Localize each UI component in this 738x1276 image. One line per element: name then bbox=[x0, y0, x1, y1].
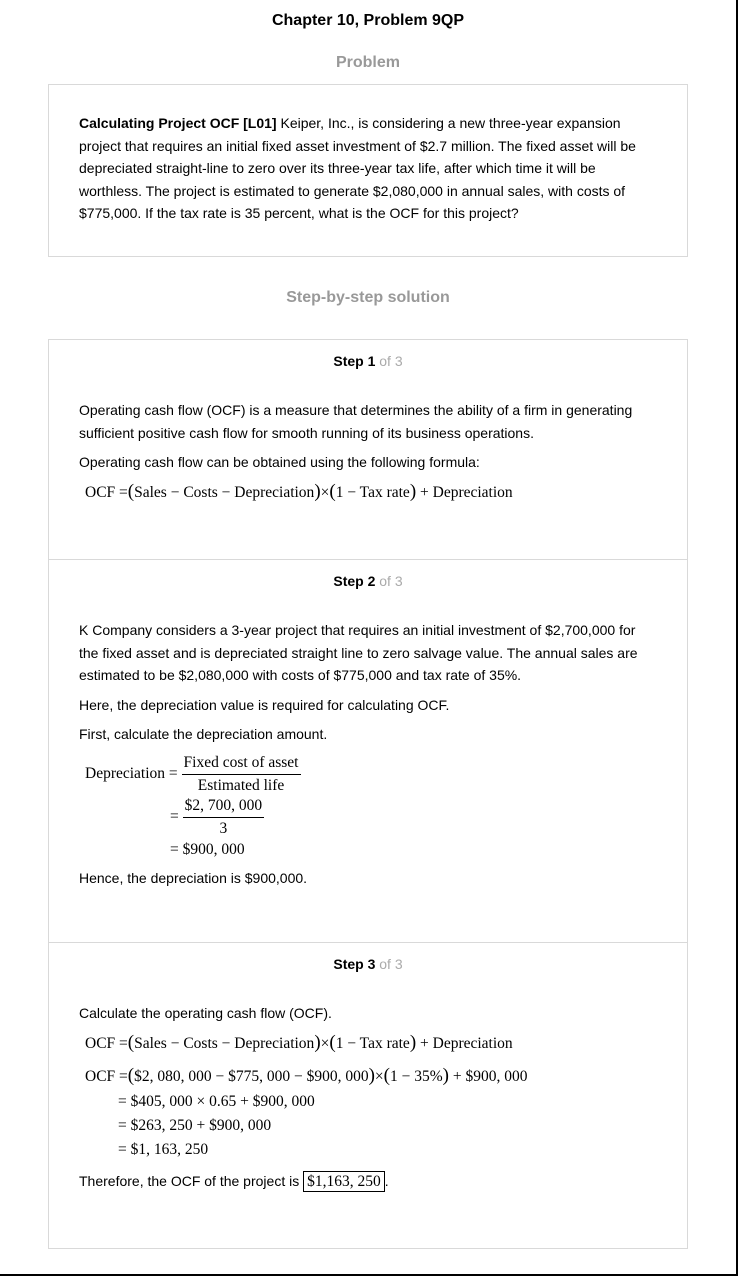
solution-heading: Step-by-step solution bbox=[286, 289, 450, 306]
step-3-formula: OCF =(Sales − Costs − Depreciation)×(1 −… bbox=[85, 1032, 513, 1053]
step-3-text: Calculate the operating cash flow (OCF). bbox=[79, 1005, 332, 1021]
step-2-text2: Here, the depreciation value is required… bbox=[79, 697, 450, 713]
ocf-calc-line-3: = $263, 250 + $900, 000 bbox=[118, 1117, 272, 1134]
step-3-title: Step 3 of 3 bbox=[333, 956, 403, 972]
depreciation-fraction-2: = $2, 700, 000 3 bbox=[170, 797, 265, 837]
step-divider bbox=[49, 559, 687, 560]
step-1-text: Operating cash flow (OCF) is a measure t… bbox=[79, 402, 633, 441]
step-1-title: Step 1 of 3 bbox=[333, 353, 403, 369]
problem-lead: Calculating Project OCF [L01] bbox=[79, 115, 277, 131]
step-2-text3: First, calculate the depreciation amount… bbox=[79, 726, 328, 742]
step-1-formula: OCF =(Sales − Costs − Depreciation)×(1 −… bbox=[85, 481, 513, 502]
step-2-text: K Company considers a 3-year project tha… bbox=[79, 622, 638, 683]
step-1-text2: Operating cash flow can be obtained usin… bbox=[79, 454, 480, 470]
step-2-title: Step 2 of 3 bbox=[333, 573, 403, 589]
final-answer-box: $1,163, 250 bbox=[303, 1171, 385, 1192]
problem-text: Calculating Project OCF [L01] Keiper, In… bbox=[79, 115, 636, 221]
problem-heading: Problem bbox=[335, 54, 400, 71]
step-2-conclusion: Hence, the depreciation is $900,000. bbox=[79, 870, 308, 886]
ocf-calc-line-1: OCF =($2, 080, 000 − $775, 000 − $900, 0… bbox=[85, 1065, 528, 1086]
depreciation-fraction-1: Depreciation = Fixed cost of asset Estima… bbox=[85, 754, 301, 794]
step-3-conclusion: Therefore, the OCF of the project is $1,… bbox=[79, 1171, 389, 1192]
page-title: Chapter 10, Problem 9QP bbox=[271, 12, 465, 29]
depreciation-result: = $900, 000 bbox=[170, 841, 245, 858]
step-divider bbox=[49, 942, 687, 943]
ocf-calc-line-4: = $1, 163, 250 bbox=[118, 1141, 209, 1158]
ocf-calc-line-2: = $405, 000 × 0.65 + $900, 000 bbox=[118, 1093, 315, 1110]
